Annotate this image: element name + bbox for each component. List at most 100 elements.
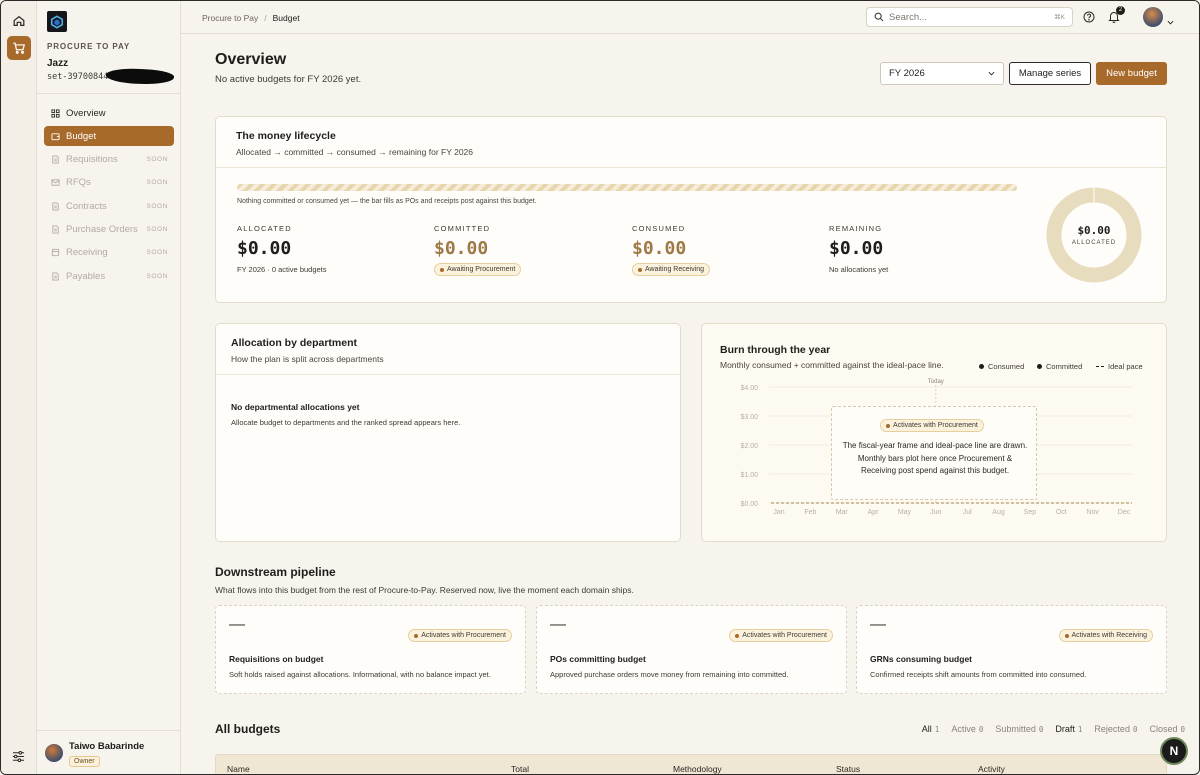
- stat-value: $0.00: [632, 238, 687, 259]
- money-lifecycle-card: The money lifecycle Allocated → committe…: [215, 116, 1167, 303]
- filter-submitted[interactable]: Submitted 0: [995, 724, 1043, 734]
- card-subtitle: How the plan is split across departments: [231, 354, 384, 364]
- y-tick-label: $2.00: [740, 443, 758, 450]
- sidebar-item-receiving[interactable]: Receiving SOON: [44, 243, 174, 263]
- wallet-icon: [51, 132, 60, 141]
- filter-closed[interactable]: Closed 0: [1149, 724, 1185, 734]
- sidebar-item-requisitions[interactable]: Requisitions SOON: [44, 150, 174, 170]
- soon-badge: SOON: [146, 225, 168, 233]
- section-subtitle: What flows into this budget from the res…: [215, 585, 634, 595]
- sliders-icon[interactable]: [12, 750, 25, 766]
- home-icon[interactable]: [7, 9, 31, 33]
- avatar[interactable]: [1143, 7, 1163, 27]
- today-label: Today: [928, 379, 944, 385]
- donut-value: $0.00: [1077, 224, 1111, 237]
- org-id: set-39700844: [47, 72, 109, 82]
- cart-icon[interactable]: [7, 36, 31, 60]
- filter-count: 1: [1077, 725, 1083, 734]
- pipeline-title: Requisitions on budget: [229, 654, 324, 664]
- stat-label: REMAINING: [829, 224, 883, 233]
- sidebar-item-label: Contracts: [66, 200, 107, 212]
- stat-value: $0.00: [829, 238, 884, 259]
- pipeline-title: GRNs consuming budget: [870, 654, 972, 664]
- stat-value: $0.00: [237, 238, 292, 259]
- assistant-button[interactable]: N: [1160, 737, 1188, 765]
- pill-label: Activates with Procurement: [742, 632, 827, 639]
- search-shortcut: ⌘K: [1054, 14, 1065, 21]
- manage-series-button[interactable]: Manage series: [1009, 62, 1091, 85]
- x-tick-label: Aug: [992, 509, 1005, 516]
- x-tick-label: Feb: [804, 509, 816, 516]
- sidebar-item-label: Receiving: [66, 247, 108, 259]
- divider: [216, 374, 680, 375]
- progress-note: Nothing committed or consumed yet — the …: [237, 198, 537, 205]
- sidebar-item-rfqs[interactable]: RFQs SOON: [44, 173, 174, 193]
- status-pill: Activates with Procurement: [408, 629, 512, 642]
- search-icon: [874, 12, 884, 22]
- mail-icon: [51, 178, 60, 187]
- sidebar-item-purchase-orders[interactable]: Purchase Orders SOON: [44, 219, 174, 239]
- column-header-activity[interactable]: Activity: [978, 764, 1005, 774]
- app-window: PROCURE TO PAY Jazz set-39700844 Overvie…: [0, 0, 1200, 775]
- filter-label: All: [921, 724, 932, 734]
- filter-count: 0: [1038, 725, 1044, 734]
- box-icon: [51, 248, 60, 257]
- stat-label: ALLOCATED: [237, 224, 292, 233]
- pipeline-description: Approved purchase orders move money from…: [550, 670, 789, 679]
- stat-label: CONSUMED: [632, 224, 686, 233]
- pipeline-value: —: [870, 616, 886, 633]
- x-tick-label: Nov: [1086, 509, 1099, 516]
- new-budget-button[interactable]: New budget: [1096, 62, 1167, 85]
- sidebar-item-label: Overview: [66, 107, 106, 119]
- x-tick-label: Dec: [1118, 509, 1131, 516]
- card-subtitle: Allocated → committed → consumed → remai…: [236, 147, 474, 157]
- sidebar-nav: Overview Budget Requisitions SOON RFQs S…: [44, 103, 174, 289]
- sidebar-item-budget[interactable]: Budget: [44, 126, 174, 147]
- avatar[interactable]: [45, 744, 63, 762]
- sidebar: PROCURE TO PAY Jazz set-39700844 Overvie…: [37, 1, 181, 774]
- breadcrumb-link[interactable]: Procure to Pay: [202, 13, 258, 23]
- sidebar-item-label: Payables: [66, 270, 106, 282]
- pill-label: Awaiting Procurement: [447, 266, 516, 273]
- app-logo[interactable]: [47, 11, 67, 32]
- sidebar-item-overview[interactable]: Overview: [44, 103, 174, 123]
- soon-badge: SOON: [146, 202, 168, 210]
- status-pill: Activates with Procurement: [880, 419, 984, 432]
- status-pill: Awaiting Procurement: [434, 263, 522, 276]
- status-dot: [1064, 633, 1069, 638]
- soon-badge: SOON: [146, 272, 168, 280]
- fiscal-year-value: FY 2026: [889, 68, 925, 79]
- filter-active[interactable]: Active 0: [951, 724, 983, 734]
- document-icon: [51, 155, 60, 164]
- column-header-status[interactable]: Status: [836, 764, 860, 774]
- sidebar-item-contracts[interactable]: Contracts SOON: [44, 196, 174, 216]
- column-header-methodology[interactable]: Methodology: [673, 764, 722, 774]
- breadcrumb: Procure to Pay / Budget: [202, 13, 300, 23]
- x-tick-label: Jan: [773, 509, 784, 516]
- divider: [216, 167, 1166, 168]
- filter-all[interactable]: All 1: [922, 724, 940, 734]
- section-title: All budgets: [215, 722, 281, 736]
- pill-label: Activates with Procurement: [421, 632, 506, 639]
- filter-draft[interactable]: Draft 1: [1055, 724, 1082, 734]
- x-tick-label: May: [898, 509, 912, 516]
- column-header-name[interactable]: Name: [227, 764, 250, 774]
- filter-rejected[interactable]: Rejected 0: [1094, 724, 1137, 734]
- sidebar-item-payables[interactable]: Payables SOON: [44, 266, 174, 286]
- status-dot: [735, 633, 740, 638]
- sidebar-item-label: Budget: [66, 130, 97, 142]
- status-dot: [414, 633, 419, 638]
- status-pill: Activates with Procurement: [729, 629, 833, 642]
- search-box[interactable]: ⌘K: [866, 7, 1073, 27]
- filter-label: Closed: [1149, 724, 1178, 734]
- column-header-total[interactable]: Total: [511, 764, 529, 774]
- chevron-down-icon[interactable]: [1167, 14, 1174, 28]
- divider: [37, 730, 180, 731]
- soon-badge: SOON: [146, 249, 168, 257]
- breadcrumb-separator: /: [264, 13, 267, 23]
- fiscal-year-select[interactable]: FY 2026: [880, 62, 1004, 85]
- help-icon[interactable]: [1083, 11, 1095, 26]
- filter-count: 0: [978, 725, 984, 734]
- search-input[interactable]: [889, 11, 1039, 23]
- status-pill: Activates with Receiving: [1058, 629, 1153, 642]
